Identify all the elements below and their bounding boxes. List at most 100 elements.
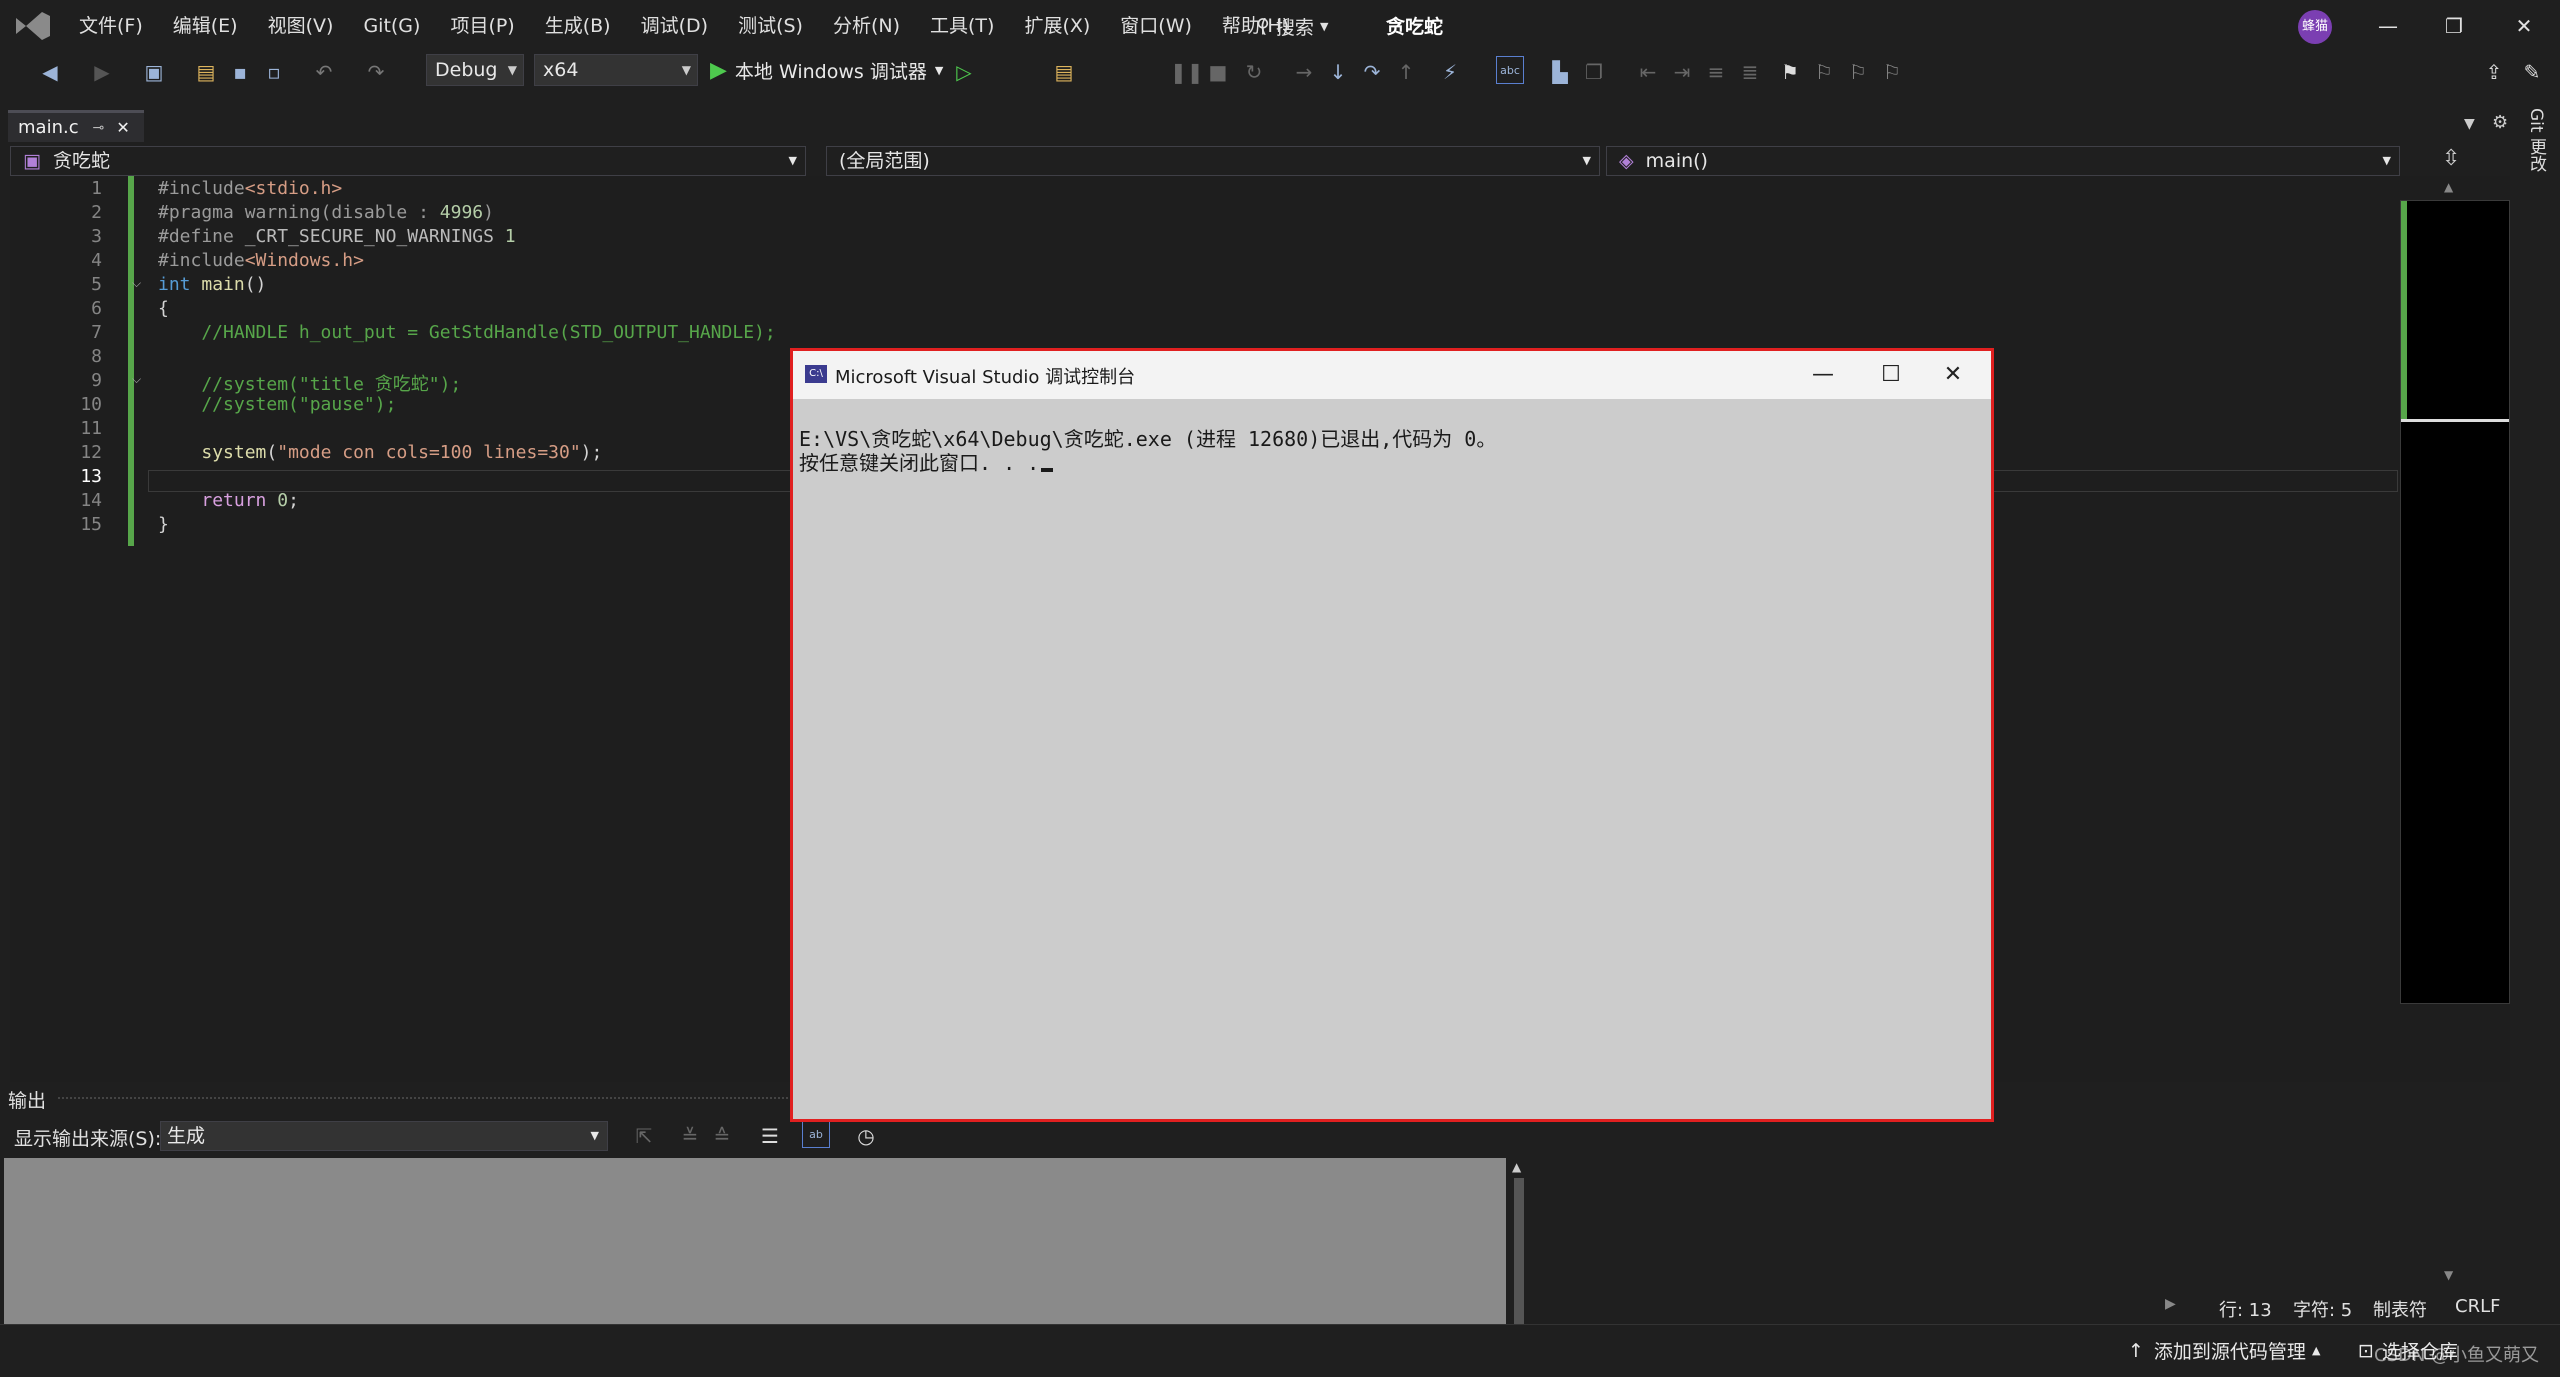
- tab-dropdown-icon[interactable]: ▼: [2464, 116, 2475, 132]
- console-maximize-button[interactable]: ☐: [1861, 357, 1921, 393]
- restart-icon[interactable]: ↻: [1240, 58, 1268, 86]
- run-without-debug-icon[interactable]: ▷: [950, 58, 978, 86]
- gear-icon[interactable]: ⚙: [2492, 112, 2508, 133]
- step-out-icon[interactable]: ↑: [1392, 58, 1420, 86]
- add-to-source-control-button[interactable]: ↑ 添加到源代码管理 ▲: [2128, 1337, 2320, 1364]
- menu-view[interactable]: 视图(V): [253, 10, 349, 42]
- feedback-icon[interactable]: ✎: [2518, 58, 2546, 86]
- undo-icon[interactable]: ↶: [310, 58, 338, 86]
- word-wrap-icon[interactable]: ab: [802, 1120, 830, 1148]
- fold-icon[interactable]: ⌵: [132, 372, 141, 387]
- scope-name: (全局范围): [839, 150, 930, 172]
- project-name: 贪吃蛇: [53, 150, 111, 172]
- menu-tools[interactable]: 工具(T): [915, 10, 1009, 42]
- spell-check-icon[interactable]: abc: [1496, 56, 1524, 84]
- stop-icon[interactable]: ■: [1204, 58, 1232, 86]
- code-line: //system("pause");: [158, 394, 397, 415]
- line-number: 11: [80, 418, 102, 439]
- chevron-right-icon[interactable]: ▶: [2165, 1296, 2176, 1312]
- minimize-button[interactable]: —: [2358, 8, 2418, 44]
- code-line: }: [158, 514, 169, 535]
- code-minimap[interactable]: [2400, 200, 2510, 1004]
- visual-studio-logo-icon[interactable]: [12, 8, 54, 44]
- copy-icon[interactable]: ❐: [1580, 58, 1608, 86]
- next-message-icon[interactable]: ≙: [708, 1122, 736, 1150]
- close-button[interactable]: ✕: [2494, 8, 2554, 44]
- menu-analyze[interactable]: 分析(N): [818, 10, 915, 42]
- pause-icon[interactable]: ❚❚: [1170, 58, 1204, 86]
- menu-project[interactable]: 项目(P): [435, 10, 529, 42]
- redo-icon[interactable]: ↷: [362, 58, 390, 86]
- timestamp-icon[interactable]: ◷: [852, 1122, 880, 1150]
- member-navbar[interactable]: ◈ main() ▼: [1606, 146, 2400, 176]
- menu-debug[interactable]: 调试(D): [626, 10, 723, 42]
- menu-test[interactable]: 测试(S): [723, 10, 818, 42]
- back-icon[interactable]: ◀: [36, 58, 64, 86]
- step-into-icon[interactable]: ↓: [1324, 58, 1352, 86]
- menu-git[interactable]: Git(G): [348, 10, 435, 42]
- comment-icon[interactable]: ≡: [1702, 58, 1730, 86]
- menu-edit[interactable]: 编辑(E): [158, 10, 253, 42]
- console-title-bar[interactable]: C:\ Microsoft Visual Studio 调试控制台 — ☐ ✕: [793, 351, 1991, 399]
- avatar[interactable]: 蜂猫: [2298, 10, 2332, 44]
- chevron-down-icon: ▼: [1582, 154, 1591, 167]
- panel-grip[interactable]: [58, 1097, 788, 1101]
- platform-select[interactable]: x64 ▼: [534, 54, 698, 86]
- menu-window[interactable]: 窗口(W): [1105, 10, 1207, 42]
- folder-icon[interactable]: ▤: [1050, 58, 1078, 86]
- scroll-up-icon[interactable]: ▲: [2444, 180, 2453, 194]
- config-select[interactable]: Debug ▼: [426, 54, 524, 86]
- console-close-button[interactable]: ✕: [1923, 357, 1983, 393]
- next-bookmark-icon[interactable]: ⚐: [1844, 58, 1872, 86]
- chevron-down-icon: ▼: [507, 63, 517, 77]
- project-navbar[interactable]: ▣ 贪吃蛇 ▼: [10, 146, 806, 176]
- prev-message-icon[interactable]: ≚: [676, 1122, 704, 1150]
- git-changes-tab[interactable]: Git 更改: [2524, 108, 2549, 172]
- pin-icon[interactable]: ⊸: [93, 114, 105, 142]
- menu-file[interactable]: 文件(F): [64, 10, 158, 42]
- menu-extensions[interactable]: 扩展(X): [1009, 10, 1105, 42]
- new-project-icon[interactable]: ▣: [140, 58, 168, 86]
- line-indicator[interactable]: 行: 13: [2219, 1296, 2272, 1322]
- eol-indicator[interactable]: CRLF: [2455, 1296, 2500, 1317]
- scroll-down-icon[interactable]: ▼: [2444, 1268, 2453, 1282]
- play-icon: ▶: [710, 57, 727, 83]
- scope-navbar[interactable]: (全局范围) ▼: [826, 146, 1600, 176]
- debug-console-window[interactable]: C:\ Microsoft Visual Studio 调试控制台 — ☐ ✕ …: [790, 348, 1994, 1122]
- menu-build[interactable]: 生成(B): [530, 10, 626, 42]
- fold-icon[interactable]: ⌵: [132, 276, 141, 291]
- scroll-thumb[interactable]: [1514, 1178, 1524, 1348]
- show-next-statement-icon[interactable]: →: [1290, 58, 1318, 86]
- forward-icon[interactable]: ▶: [88, 58, 116, 86]
- start-debugging-button[interactable]: ▶ 本地 Windows 调试器 ▼: [710, 54, 943, 86]
- tab-mode-indicator[interactable]: 制表符: [2373, 1296, 2427, 1322]
- clear-all-icon[interactable]: ☰: [756, 1122, 784, 1150]
- share-icon[interactable]: ⇪: [2480, 58, 2508, 86]
- code-line: //HANDLE h_out_put = GetStdHandle(STD_OU…: [158, 322, 776, 343]
- clear-bookmarks-icon[interactable]: ⚐: [1878, 58, 1906, 86]
- find-message-icon[interactable]: ⇱: [630, 1122, 658, 1150]
- console-title: Microsoft Visual Studio 调试控制台: [835, 367, 1136, 388]
- scroll-up-icon[interactable]: ▲: [1512, 1160, 1521, 1174]
- platform-value: x64: [543, 59, 579, 81]
- step-over-icon[interactable]: ↷: [1358, 58, 1386, 86]
- search-box[interactable]: ⚲ 搜索 ▼: [1256, 10, 1328, 42]
- output-source-select[interactable]: 生成 ▼: [160, 1121, 608, 1151]
- line-number: 8: [91, 346, 102, 367]
- bookmark-icon[interactable]: ⚑: [1776, 58, 1804, 86]
- tab-main-c[interactable]: main.c ⊸ ✕: [8, 110, 144, 142]
- outdent-icon[interactable]: ⇥: [1668, 58, 1696, 86]
- breakpoint-icon[interactable]: ▙: [1546, 58, 1574, 86]
- restore-button[interactable]: ❐: [2424, 8, 2484, 44]
- open-folder-icon[interactable]: ▤: [192, 58, 220, 86]
- split-icon[interactable]: ⇳: [2442, 146, 2460, 171]
- uncomment-icon[interactable]: ≣: [1736, 58, 1764, 86]
- save-icon[interactable]: ▪: [226, 58, 254, 86]
- prev-bookmark-icon[interactable]: ⚐: [1810, 58, 1838, 86]
- close-icon[interactable]: ✕: [116, 114, 129, 142]
- save-all-icon[interactable]: ▫: [260, 58, 288, 86]
- indent-icon[interactable]: ⇤: [1634, 58, 1662, 86]
- hot-reload-icon[interactable]: ⚡: [1436, 58, 1464, 86]
- console-minimize-button[interactable]: —: [1793, 357, 1853, 393]
- char-indicator[interactable]: 字符: 5: [2293, 1296, 2352, 1322]
